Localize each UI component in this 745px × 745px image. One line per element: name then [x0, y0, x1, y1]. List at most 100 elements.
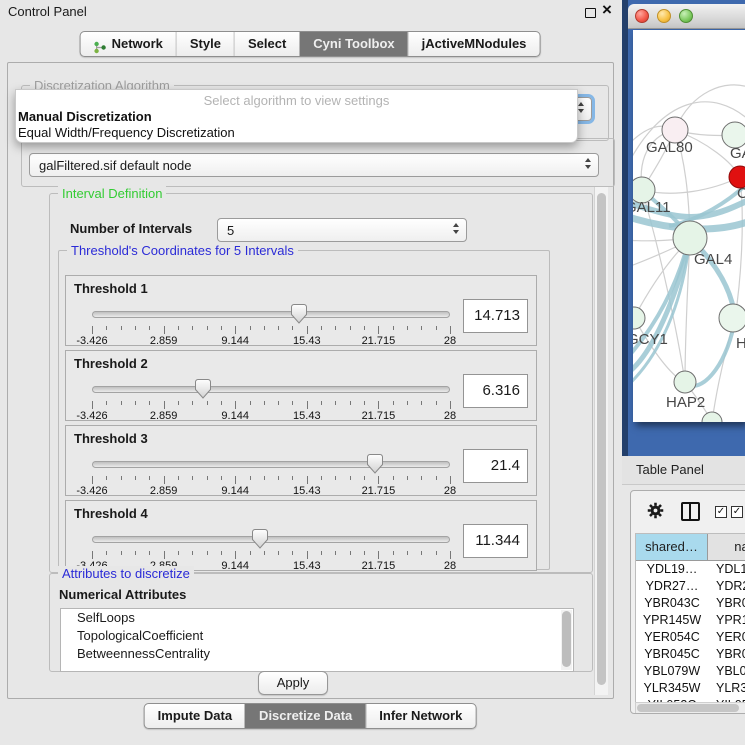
bottom-tab-infer-network[interactable]: Infer Network	[365, 704, 475, 728]
tick-label: 2.859	[150, 410, 178, 422]
top-tab-bar: NetworkStyleSelectCyni ToolboxjActiveMNo…	[80, 31, 541, 57]
close-window-icon[interactable]: ×	[602, 0, 612, 20]
tick-mark	[378, 551, 379, 559]
node-label: HAP2	[666, 394, 705, 411]
threshold-slider[interactable]: -3.4262.8599.14415.4321.71528	[92, 304, 450, 346]
table-row[interactable]: YER054CYER05	[636, 629, 745, 646]
tick-mark	[221, 476, 222, 480]
tab-network[interactable]: Network	[81, 32, 176, 56]
mac-minimize-button[interactable]	[657, 9, 671, 23]
table-cell: YBR04	[708, 646, 745, 663]
slider-thumb[interactable]	[252, 529, 268, 549]
tick-mark	[307, 476, 308, 484]
network-canvas[interactable]: GAL80GACGAL11GAL4GCY1HHAP2	[633, 30, 745, 422]
popup-item-manual-discretization[interactable]: Manual Discretization	[18, 109, 579, 125]
threshold-slider[interactable]: -3.4262.8599.14415.4321.71528	[92, 379, 450, 421]
apply-button[interactable]: Apply	[258, 671, 328, 695]
tick-mark	[121, 551, 122, 555]
table-row[interactable]: YDR27…YDR27	[636, 578, 745, 595]
tick-mark	[393, 326, 394, 330]
checkbox-icon[interactable]: ✓	[731, 506, 743, 518]
split-panel-icon[interactable]	[681, 502, 700, 521]
tick-mark	[350, 476, 351, 480]
slider-thumb[interactable]	[367, 454, 383, 474]
network-node[interactable]	[719, 304, 745, 332]
slider-thumb[interactable]	[195, 379, 211, 399]
attributes-list[interactable]: SelfLoopsTopologicalCoefficientBetweenne…	[60, 608, 574, 672]
tick-mark	[335, 326, 336, 330]
tick-mark	[192, 476, 193, 480]
tick-mark	[221, 401, 222, 405]
table-row[interactable]: YDL19…YDL19	[636, 561, 745, 578]
bottom-tab-impute-data[interactable]: Impute Data	[145, 704, 245, 728]
table-row[interactable]: YBL079WYBL07	[636, 663, 745, 680]
table-row[interactable]: YBR043CYBR04	[636, 595, 745, 612]
slider-thumb[interactable]	[291, 304, 307, 324]
threshold-value-field[interactable]: 6.316	[463, 374, 528, 408]
tick-label: -3.426	[76, 410, 107, 422]
attribute-list-item[interactable]: TopologicalCoefficient	[61, 627, 573, 645]
window-frame-shadow	[622, 0, 628, 456]
tick-mark	[192, 401, 193, 405]
table-row[interactable]: YBR045CYBR04	[636, 646, 745, 663]
threshold-panel-1: Threshold 1-3.4262.8599.14415.4321.71528…	[65, 275, 537, 346]
tick-mark	[192, 326, 193, 330]
tick-mark	[350, 326, 351, 330]
bottom-tab-bar: Impute DataDiscretize DataInfer Network	[144, 703, 477, 729]
threshold-slider[interactable]: -3.4262.8599.14415.4321.71528	[92, 529, 450, 571]
tick-mark	[221, 551, 222, 555]
threshold-slider[interactable]: -3.4262.8599.14415.4321.71528	[92, 454, 450, 496]
table-row[interactable]: YLR345WYLR34	[636, 680, 745, 697]
bottom-tab-discretize-data[interactable]: Discretize Data	[245, 704, 365, 728]
tab-style[interactable]: Style	[176, 32, 234, 56]
tick-mark	[106, 476, 107, 480]
tick-mark	[292, 326, 293, 330]
network-window-titlebar[interactable]	[628, 4, 745, 29]
table-data-combo[interactable]: galFiltered.sif default node	[29, 153, 599, 177]
threshold-value-field[interactable]: 11.344	[463, 524, 528, 558]
slider-track	[92, 536, 450, 543]
tick-label: 28	[444, 560, 456, 572]
attribute-list-item[interactable]: SelfLoops	[61, 609, 573, 627]
number-of-intervals-combo[interactable]: 5	[217, 218, 467, 242]
tick-mark	[436, 326, 437, 330]
threshold-panel-4: Threshold 4-3.4262.8599.14415.4321.71528…	[65, 500, 537, 571]
checkbox-icon[interactable]: ✓	[715, 506, 727, 518]
tick-label: 9.144	[221, 560, 249, 572]
tab-cyni-toolbox[interactable]: Cyni Toolbox	[299, 32, 407, 56]
attribute-list-item[interactable]: BetweennessCentrality	[61, 645, 573, 663]
tick-mark	[178, 476, 179, 480]
tick-mark	[164, 326, 165, 334]
tick-label: 15.43	[293, 560, 321, 572]
tab-jactivemnodules[interactable]: jActiveMNodules	[408, 32, 540, 56]
mac-zoom-button[interactable]	[679, 9, 693, 23]
table-header-shared[interactable]: shared…	[636, 534, 708, 560]
mac-close-button[interactable]	[635, 9, 649, 23]
attributes-scrollbar[interactable]	[561, 610, 572, 670]
threshold-value-field[interactable]: 14.713	[463, 299, 528, 333]
threshold-value-field[interactable]: 21.4	[463, 449, 528, 483]
table-header-na[interactable]: na	[708, 534, 745, 560]
table-row[interactable]: YPR145WYPR14	[636, 612, 745, 629]
network-node[interactable]	[702, 412, 722, 422]
network-node[interactable]	[633, 307, 645, 329]
float-window-icon[interactable]	[585, 8, 596, 18]
gear-icon[interactable]	[647, 502, 664, 524]
panel-vertical-scrollbar[interactable]	[594, 187, 608, 695]
network-edge[interactable]	[642, 177, 740, 193]
tick-mark	[278, 476, 279, 480]
network-node[interactable]	[674, 371, 696, 393]
table-horizontal-scrollbar[interactable]	[635, 702, 745, 714]
network-node[interactable]	[673, 221, 707, 255]
tick-mark	[421, 401, 422, 405]
table-cell: YDL19	[708, 561, 745, 578]
tick-mark	[92, 326, 93, 334]
tick-mark	[378, 326, 379, 334]
popup-item-equal-width-frequency-discretization[interactable]: Equal Width/Frequency Discretization	[18, 125, 579, 141]
tick-mark	[164, 476, 165, 484]
window-title: Control Panel	[8, 4, 87, 19]
combo-stepper-icon	[585, 158, 591, 169]
tick-mark	[135, 551, 136, 555]
tab-select[interactable]: Select	[234, 32, 299, 56]
threshold-panel-3: Threshold 3-3.4262.8599.14415.4321.71528…	[65, 425, 537, 496]
